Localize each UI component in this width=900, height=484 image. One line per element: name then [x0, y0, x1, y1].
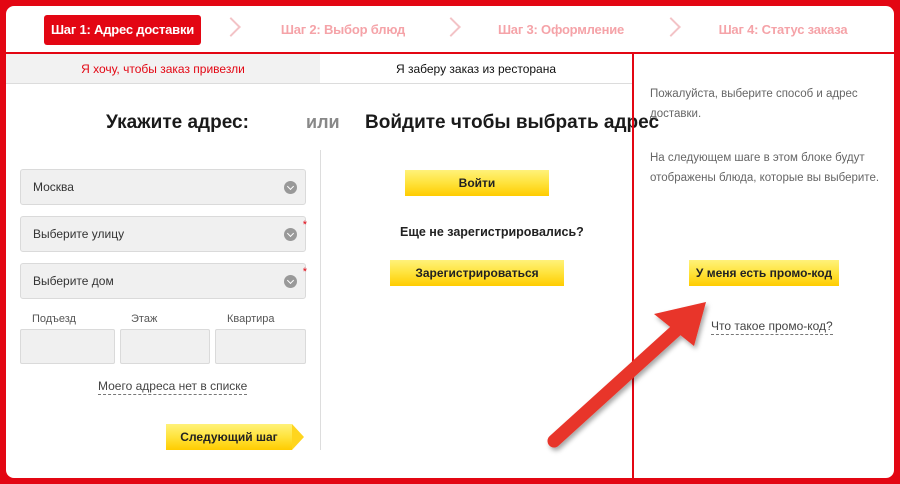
order-frame: Шаг 1: Адрес доставки Шаг 2: Выбор блюд … — [6, 6, 894, 478]
annotation-arrow-icon — [547, 302, 706, 448]
